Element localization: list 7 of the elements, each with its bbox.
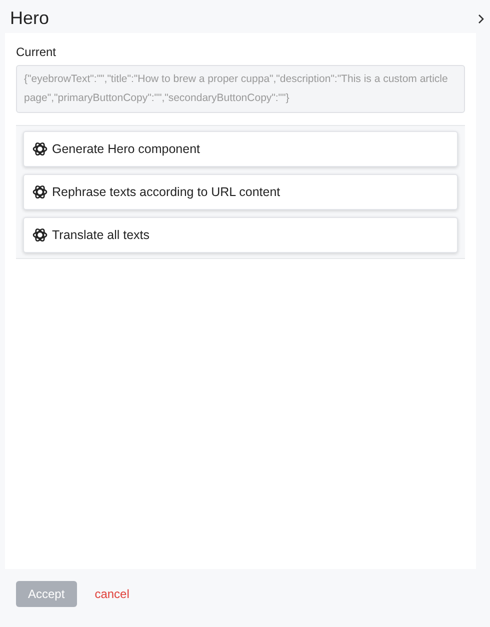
action-button[interactable]: Rephrase texts according to URL content (23, 174, 458, 210)
chevron-right-icon[interactable] (476, 12, 486, 24)
action-button[interactable]: Translate all texts (23, 217, 458, 253)
panel-title: Hero (10, 8, 50, 29)
cancel-link[interactable]: cancel (94, 587, 130, 601)
action-button[interactable]: Generate Hero component (23, 131, 458, 167)
field-label: Current (16, 45, 58, 59)
